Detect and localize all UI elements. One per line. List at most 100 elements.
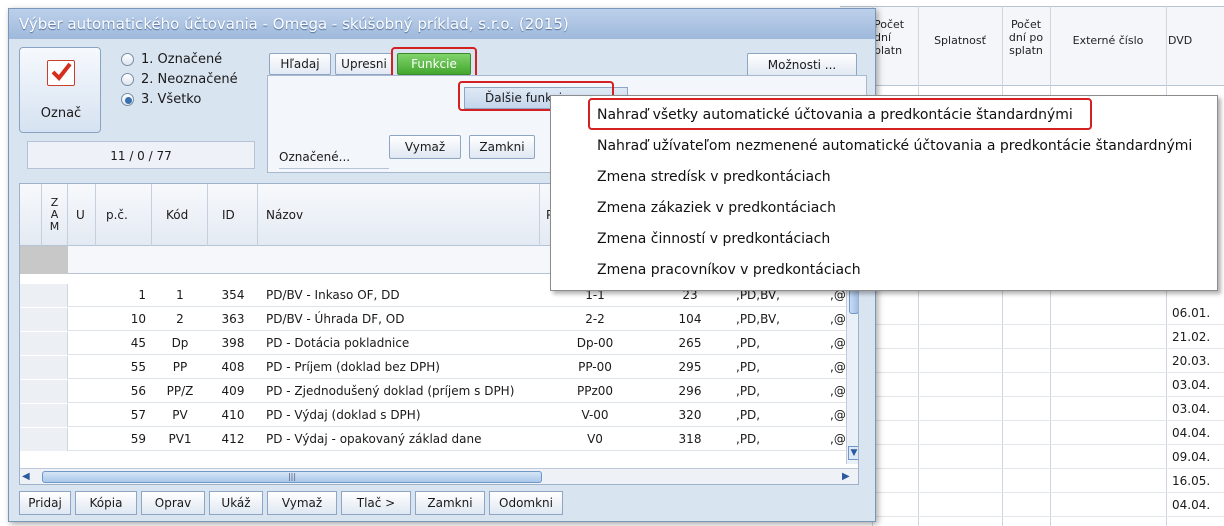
tab-search[interactable]: Hľadaj	[269, 53, 331, 75]
cell-nazov: PD - Zjednodušený doklad (príjem s DPH)	[266, 384, 515, 398]
column-header-splatnost[interactable]: Splatnosť	[920, 34, 1000, 47]
table-row[interactable]: 57 PV 410 PD - Výdaj (doklad s DPH) V-00 320,…	[20, 404, 858, 427]
row-gutter	[20, 284, 68, 307]
lock-button[interactable]: Zamkni	[415, 491, 485, 515]
cell-predkontacia: V-00	[581, 408, 609, 422]
cell-extra: ,@	[830, 336, 846, 350]
cell-id: 412	[221, 432, 245, 446]
filter-row-gutter	[20, 246, 68, 274]
background-row	[872, 422, 1224, 445]
cell-kod: PP/Z	[166, 384, 194, 398]
column-header-nazov[interactable]: Názov	[258, 184, 540, 246]
table-row[interactable]: 55 PP 408 PD - Príjem (doklad bez DPH) PP-00…	[20, 356, 858, 379]
column-header-dvd[interactable]: DVD	[1168, 34, 1224, 47]
cell-pc: 45	[130, 336, 146, 350]
cell-pc: 10	[130, 312, 146, 326]
cell-number: 320	[678, 408, 702, 422]
cell-extra: ,@	[830, 408, 846, 422]
add-button[interactable]: Pridaj	[19, 491, 71, 515]
menu-item-change-workers[interactable]: Zmena pracovníkov v predkontáciach	[597, 255, 861, 285]
radio-label: 1. Označené	[141, 52, 223, 67]
table-row[interactable]: 45 Dp 398 PD - Dotácia pokladnice Dp-00 265 ,P…	[20, 332, 858, 355]
tab-refine[interactable]: Upresni	[335, 53, 393, 75]
column-header-zam[interactable]: Z A M	[42, 184, 68, 246]
unlock-button[interactable]: Odomkni	[489, 491, 563, 515]
cell-nazov: PD - Výdaj (doklad s DPH)	[266, 408, 421, 422]
cell-number: 296	[678, 384, 702, 398]
cell-kod: PV	[172, 408, 188, 422]
scroll-thumb[interactable]: |||	[42, 471, 542, 483]
copy-button[interactable]: Kópia	[75, 491, 137, 515]
radio-all[interactable]: 3. Všetko	[121, 91, 201, 109]
column-header-externe-cislo[interactable]: Externé číslo	[1052, 34, 1164, 47]
cell-extra: ,@	[830, 384, 846, 398]
radio-dot-selected	[121, 93, 134, 106]
cell-extra: ,@	[830, 432, 846, 446]
radio-dot	[121, 73, 134, 86]
column-header-pocet-dni-po[interactable]: Počet dní po splatn	[1004, 18, 1048, 57]
cell-kod: Dp	[171, 336, 189, 350]
mark-button[interactable]: Označ	[19, 47, 101, 133]
radio-marked[interactable]: 1. Označené	[121, 51, 222, 69]
radio-unmarked[interactable]: 2. Neoznačené	[121, 71, 238, 89]
scroll-down-icon[interactable]: ▼	[848, 446, 858, 460]
table-row[interactable]: 59 PV1 412 PD - Výdaj - opakovaný základ da…	[20, 428, 858, 451]
bottom-toolbar: Pridaj Kópia Oprav Ukáž Vymaž Tlač > Zam…	[19, 491, 639, 517]
column-header-id[interactable]: ID	[208, 184, 258, 246]
cell-pc: 59	[130, 432, 146, 446]
row-gutter	[20, 308, 68, 331]
table-row[interactable]: 56 PP/Z 409 PD - Zjednodušený doklad (príje…	[20, 380, 858, 403]
vertical-scrollbar[interactable]: ▼	[846, 274, 858, 464]
menu-item-replace-unchanged[interactable]: Nahraď užívateľom nezmenené automatické …	[597, 131, 1192, 161]
column-header-marker	[20, 184, 42, 246]
cell-predkontacia: 2-2	[585, 312, 605, 326]
row-gutter	[20, 404, 68, 427]
cell-nazov: PD - Výdaj - opakovaný základ dane	[266, 432, 482, 446]
delete-marked-button[interactable]: Vymaž	[389, 135, 461, 159]
table-row[interactable]: 10 2 363 PD/BV - Úhrada DF, OD 2-2 104 ,PD,BV,…	[20, 308, 858, 331]
background-row	[872, 470, 1224, 493]
cell-kod: 1	[176, 288, 184, 302]
column-header-pocet-dni[interactable]: Počet dní platn	[874, 18, 916, 57]
background-row	[872, 326, 1224, 349]
scroll-left-icon[interactable]: ◀	[22, 470, 36, 483]
cell-number: 318	[678, 432, 702, 446]
cell-kod: PV1	[168, 432, 192, 446]
marked-dropdown[interactable]: Označené...	[279, 145, 389, 169]
background-row	[872, 398, 1224, 421]
row-gutter	[20, 380, 68, 403]
cell-predkontacia: PPz00	[576, 384, 614, 398]
menu-item-change-activities[interactable]: Zmena činností v predkontáciach	[597, 224, 830, 254]
cell-kod: 2	[176, 312, 184, 326]
print-button[interactable]: Tlač >	[341, 491, 411, 515]
horizontal-scrollbar[interactable]: ◀ ||| ▶	[20, 468, 858, 484]
options-button[interactable]: Možnosti ...	[747, 53, 857, 77]
cell-type: ,PD,	[736, 384, 761, 398]
background-row	[872, 494, 1224, 517]
cell-pc: 55	[130, 360, 146, 374]
cell-nazov: PD - Dotácia pokladnice	[266, 336, 410, 350]
cell-id: 409	[221, 384, 245, 398]
menu-item-change-centers[interactable]: Zmena stredísk v predkontáciach	[597, 162, 831, 192]
row-gutter	[20, 428, 68, 451]
column-header-kod[interactable]: Kód	[152, 184, 208, 246]
cell-extra: ,@	[830, 360, 846, 374]
cell-predkontacia: PP-00	[578, 360, 612, 374]
menu-item-change-orders[interactable]: Zmena zákaziek v predkontáciach	[597, 193, 836, 223]
cell-type: ,PD,	[736, 408, 761, 422]
lock-marked-button[interactable]: Zamkni	[469, 135, 535, 159]
column-header-pc[interactable]: p.č.	[96, 184, 152, 246]
cell-extra: ,@	[830, 312, 846, 326]
edit-button[interactable]: Oprav	[141, 491, 205, 515]
cell-nazov: PD/BV - Úhrada DF, OD	[266, 312, 405, 326]
column-header-u[interactable]: U	[68, 184, 96, 246]
cell-id: 408	[221, 360, 245, 374]
background-row	[872, 350, 1224, 373]
cell-type: ,PD,	[736, 360, 761, 374]
cell-type: ,PD,BV,	[736, 312, 780, 326]
cell-number: 295	[678, 360, 702, 374]
tab-functions[interactable]: Funkcie	[397, 53, 471, 75]
delete-button[interactable]: Vymaž	[267, 491, 337, 515]
view-button[interactable]: Ukáž	[209, 491, 263, 515]
scroll-right-icon[interactable]: ▶	[842, 470, 856, 483]
